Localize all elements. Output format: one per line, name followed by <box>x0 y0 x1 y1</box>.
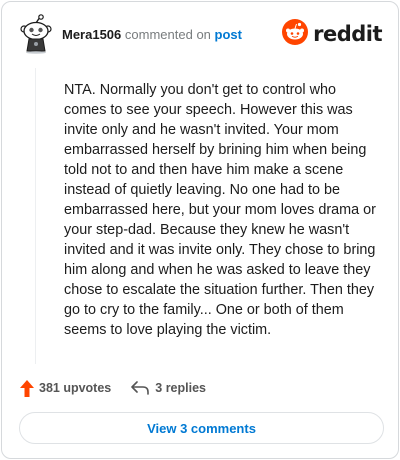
upvote-count: 381 upvotes <box>39 381 112 395</box>
comment-text: NTA. Normally you don't get to control w… <box>64 82 376 338</box>
comment-card: Mera1506 commented on post reddit NTA. N… <box>1 1 399 459</box>
replies-count: 3 replies <box>155 381 206 395</box>
reddit-alien-logo-icon <box>282 18 309 50</box>
username-link[interactable]: Mera1506 <box>62 27 121 42</box>
brand-wordmark: reddit <box>313 22 382 46</box>
post-link[interactable]: post <box>215 27 242 42</box>
snoo-avatar-icon[interactable] <box>18 14 54 54</box>
thread-line[interactable] <box>35 68 36 364</box>
upvote-arrow-icon[interactable] <box>20 379 34 397</box>
view-comments-button[interactable]: View 3 comments <box>19 412 384 444</box>
replies-button[interactable]: 3 replies <box>111 381 206 395</box>
comment-actions: 381 upvotes 3 replies <box>20 378 206 398</box>
commented-on-text: commented on <box>124 27 211 42</box>
reply-arrow-icon[interactable] <box>131 381 150 395</box>
upvote-button[interactable]: 381 upvotes <box>20 379 112 397</box>
brand-logo[interactable]: reddit <box>282 18 382 50</box>
comment-header: Mera1506 commented on post <box>62 27 242 43</box>
